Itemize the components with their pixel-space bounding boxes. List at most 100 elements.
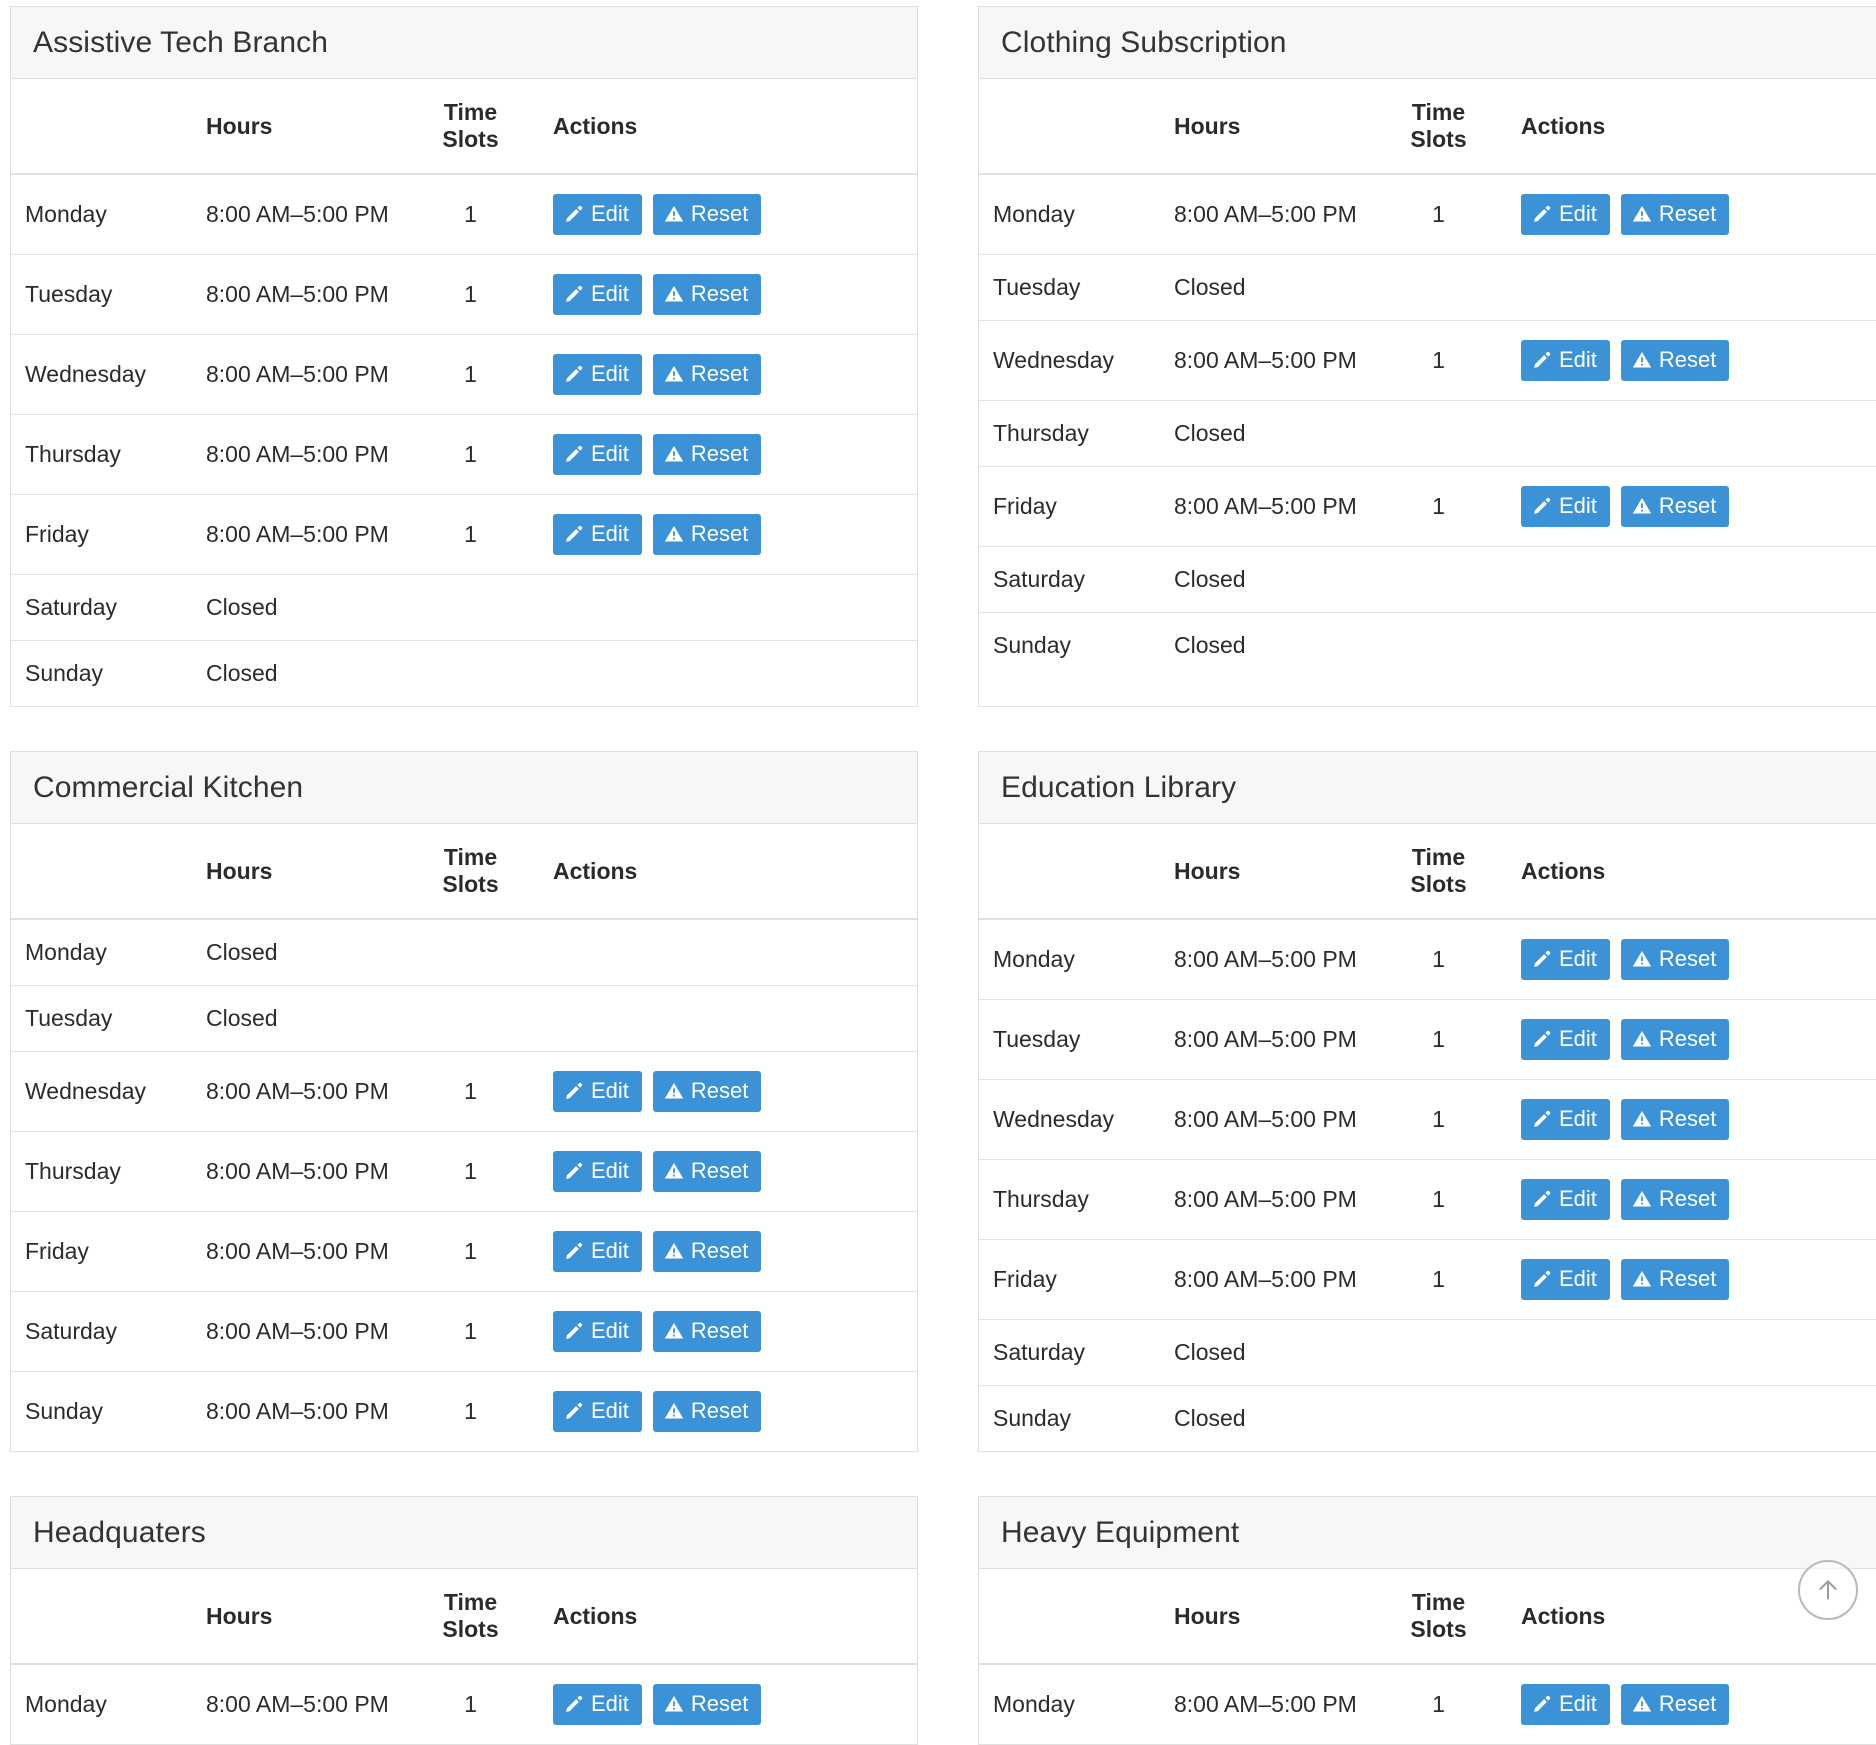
cell-actions: Edit Reset [553, 255, 917, 335]
edit-button[interactable]: Edit [553, 1071, 642, 1112]
table-row: Wednesday 8:00 AM–5:00 PM 1 Edit Reset [979, 320, 1876, 401]
edit-button[interactable]: Edit [1521, 1179, 1610, 1220]
reset-button[interactable]: Reset [1620, 194, 1730, 235]
edit-button-label: Edit [1559, 1691, 1597, 1716]
cell-day: Sunday [25, 660, 104, 686]
edit-button[interactable]: Edit [553, 1391, 642, 1432]
table-header-row: Hours Time Slots Actions [979, 1569, 1876, 1665]
reset-button[interactable]: Reset [1620, 486, 1730, 527]
reset-button[interactable]: Reset [1620, 939, 1730, 980]
cell-actions [553, 641, 917, 707]
cell-time-slots: 1 [464, 441, 477, 467]
cell-actions: Edit Reset [1521, 174, 1876, 255]
column-header-day [979, 824, 1174, 920]
reset-button[interactable]: Reset [1620, 1099, 1730, 1140]
reset-button[interactable]: Reset [1620, 1179, 1730, 1220]
edit-button[interactable]: Edit [1521, 340, 1610, 381]
reset-button[interactable]: Reset [652, 1684, 762, 1725]
edit-button[interactable]: Edit [553, 274, 642, 315]
reset-button-label: Reset [690, 201, 749, 226]
cell-hours: 8:00 AM–5:00 PM [206, 1158, 389, 1184]
cell-day: Wednesday [25, 361, 147, 387]
column-header-hours: Hours [1174, 1569, 1396, 1665]
edit-button-label: Edit [591, 1398, 629, 1423]
scroll-to-top-button[interactable] [1798, 1560, 1858, 1620]
reset-button-label: Reset [690, 1238, 749, 1263]
edit-button[interactable]: Edit [553, 514, 642, 555]
reset-button[interactable]: Reset [652, 194, 762, 235]
cell-hours: 8:00 AM–5:00 PM [206, 1078, 389, 1104]
reset-button[interactable]: Reset [652, 1151, 762, 1192]
cell-day: Friday [25, 1238, 89, 1264]
edit-button[interactable]: Edit [553, 354, 642, 395]
reset-button[interactable]: Reset [652, 514, 762, 555]
edit-button-label: Edit [591, 281, 629, 306]
reset-button-label: Reset [1658, 347, 1717, 372]
table-row: Thursday 8:00 AM–5:00 PM 1 Edit Reset [979, 1159, 1876, 1240]
edit-button[interactable]: Edit [1521, 1684, 1610, 1725]
edit-button[interactable]: Edit [1521, 486, 1610, 527]
cell-day: Thursday [25, 441, 121, 467]
cell-actions: Edit Reset [1521, 321, 1876, 401]
pencil-icon [564, 524, 584, 544]
facility-hours-grid: Assistive Tech Branch Hours Time Slots Acti… [0, 0, 1876, 1745]
reset-button[interactable]: Reset [1620, 1684, 1730, 1725]
warning-triangle-icon [664, 1401, 684, 1421]
table-row: Monday 8:00 AM–5:00 PM 1 Edit Reset [979, 919, 1876, 1000]
edit-button[interactable]: Edit [1521, 1099, 1610, 1140]
edit-button[interactable]: Edit [553, 1311, 642, 1352]
table-row: Wednesday 8:00 AM–5:00 PM 1 Edit Reset [11, 334, 917, 415]
edit-button[interactable]: Edit [1521, 939, 1610, 980]
cell-actions: Edit Reset [553, 1664, 917, 1744]
cell-day: Sunday [25, 1398, 104, 1424]
facility-card: Headquaters Hours Time Slots Actions Monday 8… [10, 1496, 918, 1745]
edit-button-label: Edit [1559, 1026, 1597, 1051]
table-row: Saturday 8:00 AM–5:00 PM 1 Edit Reset [11, 1291, 917, 1372]
reset-button-label: Reset [1658, 1026, 1717, 1051]
edit-button[interactable]: Edit [553, 434, 642, 475]
column-header-actions: Actions [553, 79, 917, 175]
cell-day: Tuesday [993, 1026, 1081, 1052]
facility-card: Assistive Tech Branch Hours Time Slots Acti… [10, 6, 918, 707]
table-row: Thursday 8:00 AM–5:00 PM 1 Edit Reset [11, 414, 917, 495]
column-header-time-slots: Time Slots [1396, 1569, 1521, 1665]
edit-button[interactable]: Edit [553, 1684, 642, 1725]
reset-button[interactable]: Reset [652, 1391, 762, 1432]
reset-button[interactable]: Reset [1620, 1019, 1730, 1060]
column-header-actions: Actions [1521, 79, 1876, 175]
edit-button[interactable]: Edit [553, 1231, 642, 1272]
column-header-actions: Actions [553, 1569, 917, 1665]
reset-button[interactable]: Reset [1620, 340, 1730, 381]
cell-actions [1521, 547, 1876, 613]
cell-hours: 8:00 AM–5:00 PM [206, 1691, 389, 1717]
edit-button[interactable]: Edit [553, 1151, 642, 1192]
edit-button[interactable]: Edit [1521, 1019, 1610, 1060]
cell-actions: Edit Reset [553, 335, 917, 415]
reset-button[interactable]: Reset [652, 354, 762, 395]
cell-actions [553, 575, 917, 641]
column-header-hours: Hours [206, 1569, 428, 1665]
cell-actions: Edit Reset [1521, 919, 1876, 1000]
cell-time-slots: 1 [464, 1398, 477, 1424]
reset-button[interactable]: Reset [652, 1071, 762, 1112]
cell-actions: Edit Reset [553, 1132, 917, 1212]
cell-day: Sunday [993, 632, 1072, 658]
pencil-icon [564, 444, 584, 464]
table-row: Monday 8:00 AM–5:00 PM 1 Edit Reset [979, 1664, 1876, 1744]
cell-time-slots [1396, 547, 1521, 613]
cell-time-slots: 1 [1432, 1186, 1445, 1212]
cell-actions [553, 919, 917, 986]
facility-card: Heavy Equipment Hours Time Slots Actions Mon… [978, 1496, 1876, 1745]
reset-button[interactable]: Reset [652, 1311, 762, 1352]
reset-button[interactable]: Reset [1620, 1259, 1730, 1300]
edit-button[interactable]: Edit [1521, 194, 1610, 235]
reset-button[interactable]: Reset [652, 434, 762, 475]
reset-button[interactable]: Reset [652, 1231, 762, 1272]
pencil-icon [1532, 949, 1552, 969]
reset-button[interactable]: Reset [652, 274, 762, 315]
edit-button-label: Edit [1559, 1106, 1597, 1131]
table-row: Sunday 8:00 AM–5:00 PM 1 Edit Reset [11, 1371, 917, 1452]
cell-hours: 8:00 AM–5:00 PM [1174, 347, 1357, 373]
edit-button[interactable]: Edit [1521, 1259, 1610, 1300]
edit-button[interactable]: Edit [553, 194, 642, 235]
